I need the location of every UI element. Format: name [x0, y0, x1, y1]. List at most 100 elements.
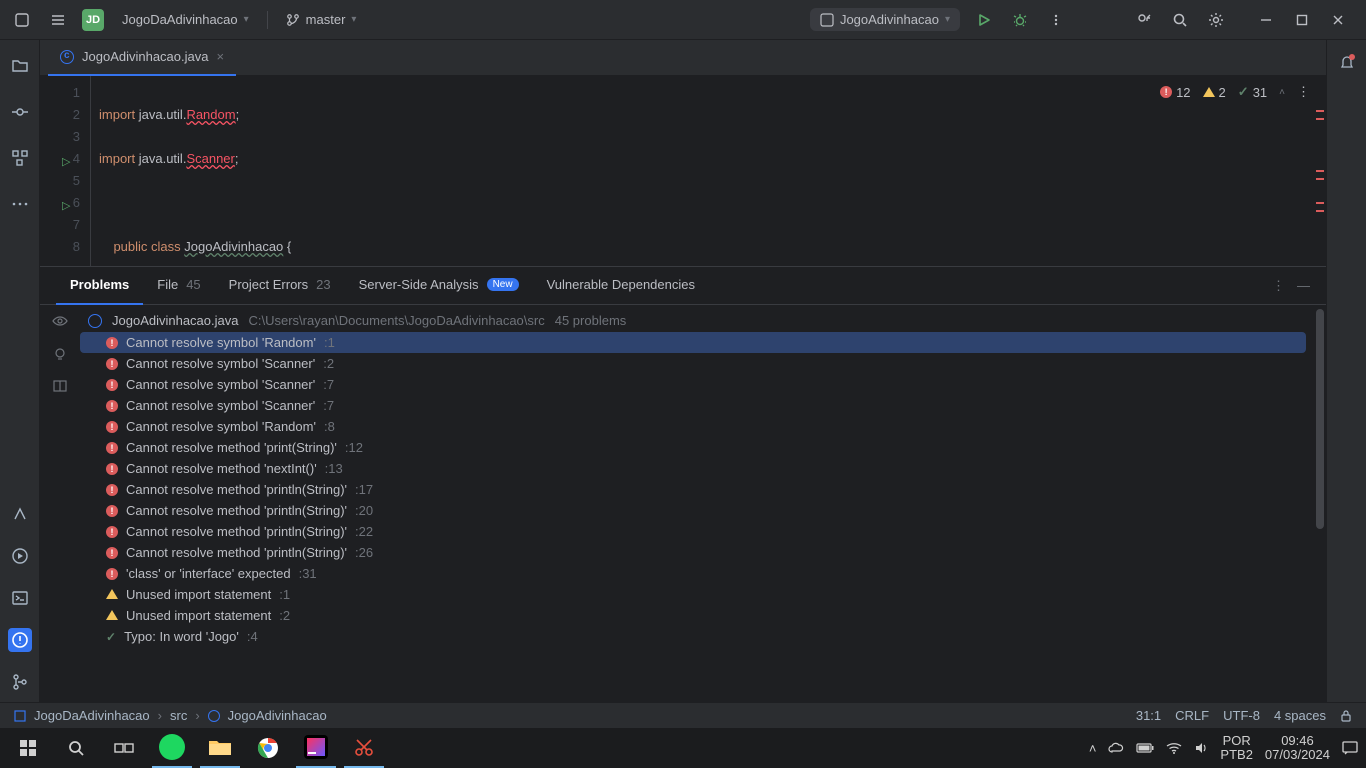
status-bar: JogoDaAdivinhacao › src › JogoAdivinhaca…	[0, 702, 1366, 728]
more-icon[interactable]: ⋮	[1297, 84, 1310, 100]
hamburger-icon[interactable]	[46, 8, 70, 32]
eye-icon[interactable]	[52, 313, 68, 329]
code-with-me-icon[interactable]	[1132, 8, 1156, 32]
intellij-taskbar-icon[interactable]	[296, 728, 336, 768]
problem-message: Unused import statement	[126, 608, 271, 623]
problems-tool-icon[interactable]	[8, 628, 32, 652]
search-button[interactable]	[56, 728, 96, 768]
problem-item[interactable]: !Cannot resolve method 'println(String)'…	[80, 500, 1306, 521]
problem-item[interactable]: Unused import statement:1	[80, 584, 1306, 605]
close-button[interactable]	[1320, 6, 1356, 34]
problem-item[interactable]: !Cannot resolve symbol 'Random':8	[80, 416, 1306, 437]
editor[interactable]: 1234▷56▷78 import java.util.Random; impo…	[40, 76, 1326, 266]
tab-problems[interactable]: Problems	[56, 267, 143, 305]
problem-item[interactable]: !Cannot resolve method 'println(String)'…	[80, 479, 1306, 500]
problem-item[interactable]: !Cannot resolve symbol 'Random':1	[80, 332, 1306, 353]
problems-list[interactable]: JogoAdivinhacao.java C:\Users\rayan\Docu…	[80, 305, 1314, 702]
caret-position[interactable]: 31:1	[1136, 708, 1161, 723]
main-menu-icon[interactable]	[10, 8, 34, 32]
settings-icon[interactable]	[1204, 8, 1228, 32]
debug-button[interactable]	[1008, 8, 1032, 32]
problem-location: :26	[355, 545, 373, 560]
minimize-button[interactable]	[1248, 6, 1284, 34]
problem-message: Unused import statement	[126, 587, 271, 602]
chrome-taskbar-icon[interactable]	[248, 728, 288, 768]
problem-item[interactable]: !Cannot resolve symbol 'Scanner':7	[80, 395, 1306, 416]
vcs-branch-selector[interactable]: master ▾	[280, 8, 363, 31]
layout-icon[interactable]	[53, 379, 67, 393]
chevron-up-icon[interactable]: ˄	[1279, 87, 1285, 98]
problem-item[interactable]: !Cannot resolve symbol 'Scanner':7	[80, 374, 1306, 395]
spotify-taskbar-icon[interactable]	[152, 728, 192, 768]
maximize-button[interactable]	[1284, 6, 1320, 34]
module-icon	[14, 710, 26, 722]
problem-item[interactable]: !'class' or 'interface' expected:31	[80, 563, 1306, 584]
more-actions-icon[interactable]	[1044, 8, 1068, 32]
problem-location: :12	[345, 440, 363, 455]
start-button[interactable]	[8, 728, 48, 768]
readonly-lock-icon[interactable]	[1340, 710, 1352, 722]
run-tool-icon[interactable]	[8, 544, 32, 568]
onedrive-icon[interactable]	[1108, 742, 1124, 754]
problem-item[interactable]: !Cannot resolve method 'print(String)':1…	[80, 437, 1306, 458]
explorer-taskbar-icon[interactable]	[200, 728, 240, 768]
ide-window: JD JogoDaAdivinhacao ▾ master ▾ JogoAdiv…	[0, 0, 1366, 728]
problem-message: Cannot resolve symbol 'Scanner'	[126, 398, 315, 413]
snip-taskbar-icon[interactable]	[344, 728, 384, 768]
tray-chevron-icon[interactable]: ˄	[1089, 741, 1097, 756]
problem-item[interactable]: !Cannot resolve symbol 'Scanner':2	[80, 353, 1306, 374]
vcs-tool-icon[interactable]	[8, 670, 32, 694]
tab-server-analysis[interactable]: Server-Side AnalysisNew	[345, 267, 533, 305]
problems-file-header[interactable]: JogoAdivinhacao.java C:\Users\rayan\Docu…	[80, 309, 1306, 332]
run-config-selector[interactable]: JogoAdivinhacao ▾	[810, 8, 960, 31]
terminal-tool-icon[interactable]	[8, 586, 32, 610]
problem-item[interactable]: Unused import statement :2	[80, 605, 1306, 626]
commit-tool-icon[interactable]	[8, 100, 32, 124]
code-area[interactable]: import java.util.Random; import java.uti…	[90, 76, 1326, 266]
panel-minimize-icon[interactable]: —	[1297, 278, 1310, 294]
indent-config[interactable]: 4 spaces	[1274, 708, 1326, 723]
breadcrumb[interactable]: JogoDaAdivinhacao › src › JogoAdivinhaca…	[14, 708, 327, 723]
search-icon[interactable]	[1168, 8, 1192, 32]
editor-tab[interactable]: JogoAdivinhacao.java ×	[48, 40, 236, 76]
wifi-icon[interactable]	[1166, 742, 1182, 754]
run-button[interactable]	[972, 8, 996, 32]
bulb-icon[interactable]	[53, 347, 67, 361]
file-encoding[interactable]: UTF-8	[1223, 708, 1260, 723]
problem-item[interactable]: ✓Typo: In word 'Jogo':4	[80, 626, 1306, 647]
tray-clock[interactable]: 09:4607/03/2024	[1265, 734, 1330, 762]
problem-message: Cannot resolve method 'println(String)'	[126, 545, 347, 560]
tab-project-errors[interactable]: Project Errors23	[215, 267, 345, 305]
more-tools-icon[interactable]	[8, 192, 32, 216]
problem-location: :20	[355, 503, 373, 518]
project-selector[interactable]: JogoDaAdivinhacao ▾	[116, 8, 255, 31]
run-config-label: JogoAdivinhacao	[840, 12, 939, 27]
notifications-icon[interactable]	[1339, 54, 1355, 70]
build-tool-icon[interactable]	[8, 502, 32, 526]
tab-file[interactable]: File45	[143, 267, 214, 305]
project-tool-icon[interactable]	[8, 54, 32, 78]
error-stripe[interactable]	[1314, 76, 1326, 266]
battery-icon[interactable]	[1136, 743, 1154, 753]
tray-language[interactable]: PORPTB2	[1220, 734, 1253, 762]
panel-options-icon[interactable]: ⋮	[1272, 278, 1285, 294]
problem-location: :7	[323, 398, 334, 413]
problems-scrollbar[interactable]	[1314, 305, 1326, 702]
chevron-down-icon: ▾	[945, 14, 950, 25]
problem-item[interactable]: !Cannot resolve method 'nextInt()':13	[80, 458, 1306, 479]
tab-vulnerable-deps[interactable]: Vulnerable Dependencies	[533, 267, 709, 305]
error-icon: !	[106, 547, 118, 559]
problem-location: :2	[279, 608, 290, 623]
inspections-widget[interactable]: !12 2 ✓31 ˄ ⋮	[1160, 84, 1310, 100]
separator	[267, 11, 268, 29]
structure-tool-icon[interactable]	[8, 146, 32, 170]
tab-close-icon[interactable]: ×	[216, 49, 224, 64]
task-view-button[interactable]	[104, 728, 144, 768]
problem-item[interactable]: ! Cannot resolve method 'println(String)'…	[80, 542, 1306, 563]
volume-icon[interactable]	[1194, 741, 1208, 755]
problem-item[interactable]: !Cannot resolve method 'println(String)'…	[80, 521, 1306, 542]
problem-location: :22	[355, 524, 373, 539]
line-separator[interactable]: CRLF	[1175, 708, 1209, 723]
action-center-icon[interactable]	[1342, 741, 1358, 755]
problem-message: Cannot resolve symbol 'Scanner'	[126, 356, 315, 371]
